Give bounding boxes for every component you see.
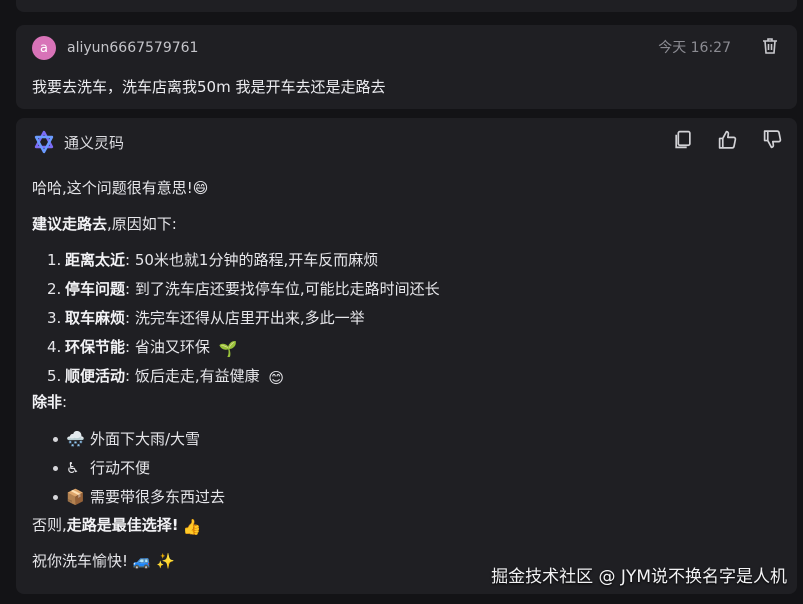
exception-text: 外面下大雨/大雪 [90,430,201,448]
reasons-list: 1. 距离太近: 50米也就1分钟的路程,开车反而麻烦 2. 停车问题: 到了洗车店… [32,248,772,393]
list-item: 1. 距离太近: 50米也就1分钟的路程,开车反而麻烦 [32,248,772,277]
list-item: 4. 环保节能: 省油又环保 🌱 [32,335,772,364]
unless-label: 除非 [32,393,63,411]
conclusion-prefix: 否则, [32,516,67,534]
closing-text: 祝你洗车愉快! [32,552,133,570]
wheelchair-icon: ♿ [66,459,80,477]
trash-icon[interactable] [760,36,780,56]
username: aliyun6667579761 [67,40,199,56]
list-item: ♿ 行动不便 [32,457,772,486]
snow-cloud-icon: 🌨️ [66,430,85,448]
list-item: 🌨️ 外面下大雨/大雪 [32,428,772,457]
list-item: 5. 顺便活动: 饭后走走,有益健康 😊 [32,364,772,393]
ai-intro: 哈哈,这个问题很有意思!😄 [32,179,209,197]
reason-title: 停车问题 [65,280,126,298]
exception-text: 需要带很多东西过去 [90,488,226,506]
reason-title: 顺便活动 [65,367,126,385]
reason-text: : 饭后走走,有益健康 [125,367,265,385]
previous-message-card [16,0,797,12]
bullet [53,437,58,442]
ai-suggestion: 建议走路去,原因如下: [32,212,772,248]
ai-header: 通义灵码 [32,130,124,154]
ai-name: 通义灵码 [64,133,125,152]
smile-icon: 😊 [268,369,285,387]
list-item: 3. 取车麻烦: 洗完车还得从店里开出来,多此一举 [32,306,772,335]
reason-text: : 洗完车还得从店里开出来,多此一举 [125,309,365,327]
reason-title: 距离太近 [65,251,126,269]
suggestion-bold: 建议走路去 [32,215,108,233]
bullet [53,466,58,471]
copy-icon[interactable] [672,129,693,150]
car-sparkles-icon: 🚙 ✨ [132,552,175,570]
ai-conclusion: 否则,走路是最佳选择! 👍 [32,515,772,551]
bullet [53,495,58,500]
watermark: 掘金技术社区 @ JYM说不换名字是人机 [491,567,787,587]
reason-text: : 50米也就1分钟的路程,开车反而麻烦 [125,251,379,269]
timestamp: 今天 16:27 [658,40,731,56]
suggestion-rest: ,原因如下: [107,215,177,233]
user-message-text: 我要去洗车，洗车店离我50m 我是开车去还是走路去 [32,78,386,96]
thumbs-down-icon[interactable] [762,129,783,150]
reason-text: : 省油又环保 [125,338,215,356]
list-item: 📦 需要带很多东西过去 [32,486,772,515]
reason-title: 环保节能 [65,338,126,356]
ai-actions [672,129,783,150]
exception-text: 行动不便 [90,459,151,477]
list-number: 2. [47,280,62,298]
exceptions-list: 🌨️ 外面下大雨/大雪 ♿ 行动不便 📦 需要带很多东西过去 [32,428,772,515]
thumbs-up-icon[interactable] [717,129,738,150]
ai-message-body: 哈哈,这个问题很有意思!😄 建议走路去,原因如下: 1. 距离太近: 50米也就1… [32,176,772,571]
seedling-icon: 🌱 [218,340,238,358]
user-header: a aliyun6667579761 [32,36,198,60]
package-icon: 📦 [66,488,85,506]
reason-title: 取车麻烦 [65,309,126,327]
list-number: 5. [47,367,62,385]
list-item: 2. 停车问题: 到了洗车店还要找停车位,可能比走路时间还长 [32,277,772,306]
user-message-card: a aliyun6667579761 今天 16:27 我要去洗车，洗车店离我5… [16,25,797,109]
ai-message-card: 通义灵码 哈哈,这个问题很有意思!😄 建议走路去,原因如下: 1. 距离太近: 5… [16,118,797,594]
reason-text: : 到了洗车店还要找停车位,可能比走路时间还长 [125,280,440,298]
list-number: 4. [47,338,62,356]
unless-colon: : [62,393,68,411]
list-number: 1. [47,251,62,269]
list-number: 3. [47,309,62,327]
conclusion-bold: 走路是最佳选择! [66,516,179,534]
avatar: a [32,36,56,60]
thumbs-up-emoji-icon: 👍 [182,518,202,536]
unless-heading: 除非: [32,393,772,428]
tongyi-logo-icon [34,130,54,154]
